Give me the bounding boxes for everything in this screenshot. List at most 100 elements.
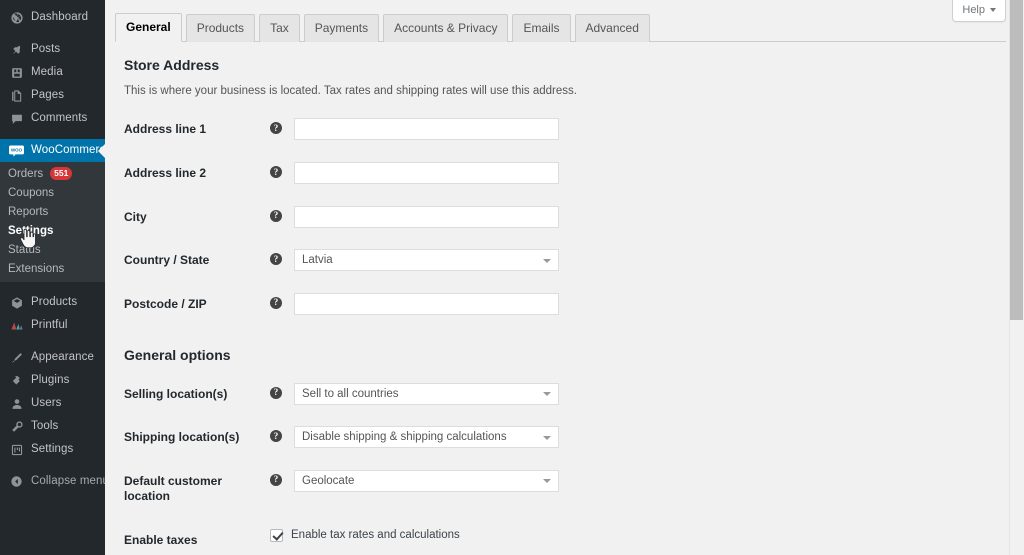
help-tip-icon[interactable]: ?: [270, 430, 282, 443]
plugins-icon: [8, 372, 25, 389]
form-row-selling-locations: Selling location(s) ? Sell to all countr…: [115, 373, 1006, 417]
sidebar-item-label: Pages: [31, 88, 65, 101]
select-value: Geolocate: [302, 474, 355, 487]
sidebar-item-label: Media: [31, 65, 63, 78]
enable-taxes-checkbox[interactable]: [270, 528, 283, 542]
settings-icon: [8, 441, 25, 458]
main-content: Help General Products Tax Payments Accou…: [105, 0, 1024, 555]
sidebar-item-label: Comments: [31, 111, 88, 124]
help-tip-icon[interactable]: ?: [270, 253, 282, 266]
sidebar-item-label: WooCommerce: [31, 143, 105, 156]
sidebar-item-plugins[interactable]: Plugins: [0, 369, 105, 392]
tab-label: General: [126, 20, 171, 34]
sidebar-item-label: Users: [31, 396, 62, 409]
submenu-item-status[interactable]: Status: [0, 240, 105, 259]
tab-payments[interactable]: Payments: [303, 14, 380, 42]
help-label: Help: [962, 4, 985, 16]
sidebar-item-settings-main[interactable]: Settings: [0, 438, 105, 461]
form-row-shipping-locations: Shipping location(s) ? Disable shipping …: [115, 416, 1006, 460]
users-icon: [8, 395, 25, 412]
sidebar-item-comments[interactable]: Comments: [0, 107, 105, 130]
general-options-form: Selling location(s) ? Sell to all countr…: [115, 373, 1006, 555]
tab-general[interactable]: General: [115, 13, 182, 42]
media-icon: [8, 64, 25, 81]
help-tip-icon[interactable]: ?: [270, 386, 282, 399]
sidebar-item-pages[interactable]: Pages: [0, 84, 105, 107]
sidebar-item-appearance[interactable]: Appearance: [0, 346, 105, 369]
field-label: Address line 1: [124, 122, 207, 137]
postcode-zip-input[interactable]: [294, 292, 559, 315]
help-tip-icon[interactable]: ?: [270, 122, 282, 135]
page-scrollbar-thumb[interactable]: [1010, 0, 1023, 320]
tab-accounts-privacy[interactable]: Accounts & Privacy: [383, 14, 509, 42]
submenu-item-orders[interactable]: Orders 551: [0, 164, 105, 183]
help-tip-icon[interactable]: ?: [270, 296, 282, 309]
tab-tax[interactable]: Tax: [259, 14, 300, 42]
sidebar-item-label: Plugins: [31, 373, 70, 386]
help-tip-icon[interactable]: ?: [270, 166, 282, 179]
default-customer-location-select[interactable]: Geolocate: [294, 469, 559, 492]
shipping-locations-select[interactable]: Disable shipping & shipping calculations: [294, 426, 559, 449]
help-bar: Help: [952, 0, 1006, 22]
pages-icon: [8, 87, 25, 104]
submenu-item-label: Settings: [8, 224, 54, 237]
field-label: Shipping location(s): [124, 430, 240, 445]
products-icon: [8, 294, 25, 311]
submenu-item-settings[interactable]: Settings: [0, 221, 105, 240]
settings-content: Store Address This is where your busines…: [105, 42, 1024, 555]
help-tip-icon[interactable]: ?: [270, 473, 282, 486]
sidebar-item-products[interactable]: Products: [0, 291, 105, 314]
collapse-menu-button[interactable]: Collapse menu: [0, 470, 105, 493]
sidebar-item-tools[interactable]: Tools: [0, 415, 105, 438]
selling-locations-select[interactable]: Sell to all countries: [294, 382, 559, 405]
address-line-2-input[interactable]: [294, 162, 559, 185]
submenu-item-coupons[interactable]: Coupons: [0, 183, 105, 202]
tab-label: Tax: [270, 21, 289, 35]
tab-label: Accounts & Privacy: [394, 21, 498, 35]
chevron-down-icon: [990, 8, 996, 12]
city-input[interactable]: [294, 205, 559, 228]
form-row-enable-taxes: Enable taxes Enable tax rates and calcul…: [115, 519, 1006, 555]
printful-icon: [8, 317, 25, 334]
tab-label: Products: [196, 21, 245, 35]
checkbox-label: Enable tax rates and calculations: [291, 529, 460, 542]
submenu-item-label: Extensions: [8, 262, 65, 275]
sidebar-item-woocommerce[interactable]: WOO WooCommerce: [0, 139, 105, 162]
sidebar-item-dashboard[interactable]: Dashboard: [0, 6, 105, 29]
sidebar-item-label: Dashboard: [31, 10, 89, 23]
sidebar-item-label: Products: [31, 295, 78, 308]
field-label: Selling location(s): [124, 386, 228, 401]
orders-count-badge: 551: [50, 167, 73, 180]
tab-label: Emails: [523, 21, 560, 35]
settings-tab-bar: General Products Tax Payments Accounts &…: [105, 0, 1024, 42]
address-line-1-input[interactable]: [294, 118, 559, 141]
country-state-select[interactable]: Latvia: [294, 249, 559, 272]
tab-emails[interactable]: Emails: [512, 14, 571, 42]
help-button[interactable]: Help: [952, 0, 1006, 22]
select-value: Sell to all countries: [302, 387, 399, 400]
form-row-city: City ?: [115, 196, 1006, 240]
comments-icon: [8, 110, 25, 127]
woocommerce-submenu: Orders 551 Coupons Reports Settings Stat…: [0, 162, 105, 282]
select-value: Disable shipping & shipping calculations: [302, 431, 507, 444]
admin-sidebar: Dashboard Posts Media Pages Comments WOO…: [0, 0, 105, 555]
sidebar-item-users[interactable]: Users: [0, 392, 105, 415]
sidebar-item-posts[interactable]: Posts: [0, 38, 105, 61]
sidebar-item-printful[interactable]: Printful: [0, 314, 105, 337]
help-tip-icon[interactable]: ?: [270, 209, 282, 222]
field-label: Address line 2: [124, 166, 207, 181]
submenu-item-extensions[interactable]: Extensions: [0, 259, 105, 278]
field-label: City: [124, 209, 147, 224]
store-address-form: Address line 1 ? Address line 2 ? City ?…: [115, 108, 1006, 326]
svg-text:WOO: WOO: [11, 147, 23, 152]
collapse-icon: [8, 473, 25, 490]
sidebar-item-media[interactable]: Media: [0, 61, 105, 84]
sidebar-item-label: Settings: [31, 442, 74, 455]
submenu-item-label: Coupons: [8, 186, 55, 199]
submenu-item-label: Status: [8, 243, 41, 256]
tab-products[interactable]: Products: [185, 14, 256, 42]
sidebar-item-label: Printful: [31, 318, 68, 331]
pin-icon: [8, 41, 25, 58]
tab-advanced[interactable]: Advanced: [574, 14, 650, 42]
submenu-item-reports[interactable]: Reports: [0, 202, 105, 221]
